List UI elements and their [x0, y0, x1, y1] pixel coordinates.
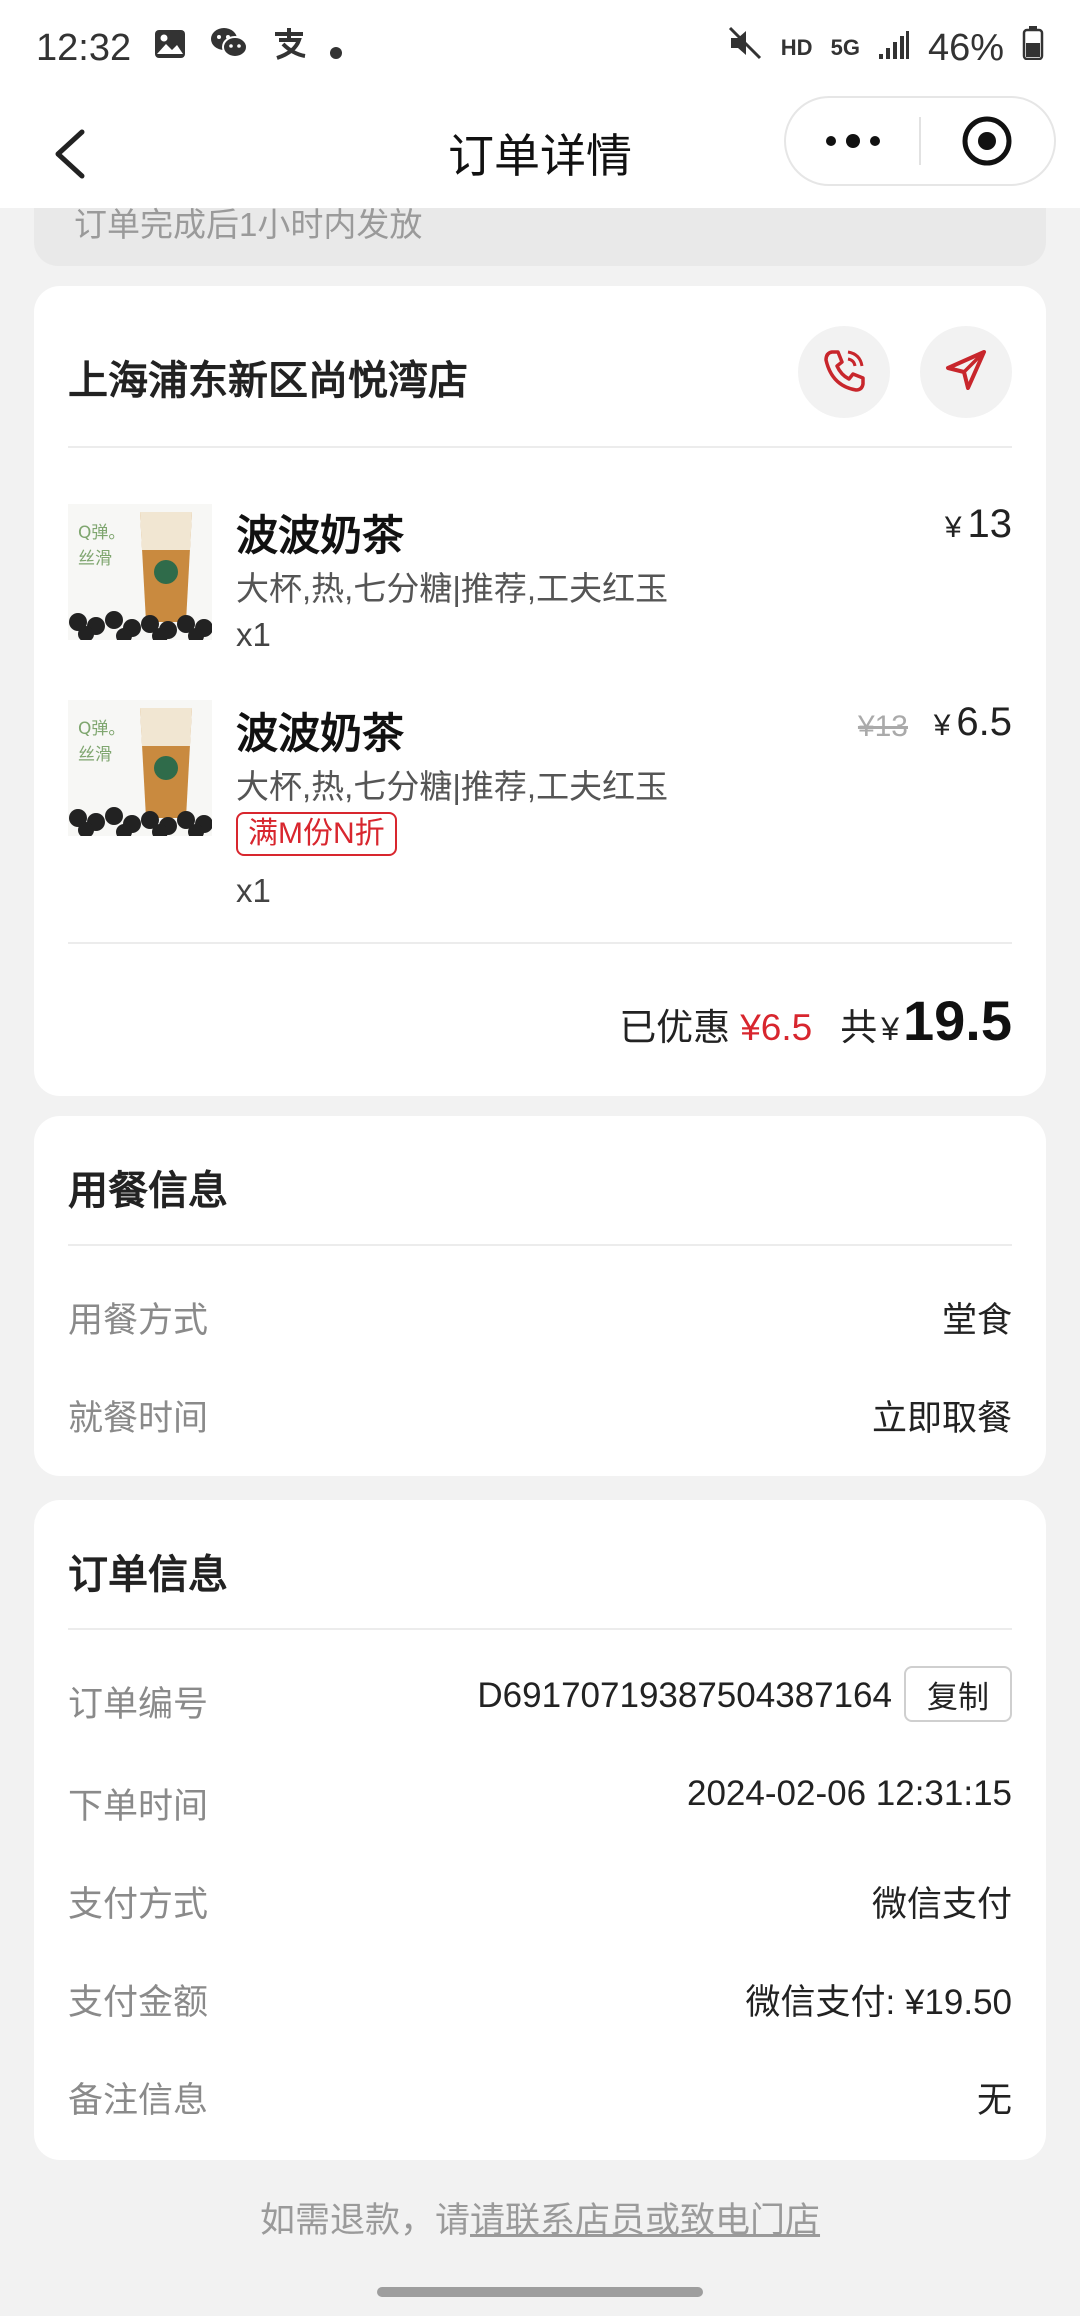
currency-symbol: ¥ [933, 709, 951, 742]
contact-store-link[interactable]: 请联系店员或致电门店 [470, 2201, 820, 2240]
signal-icon [878, 27, 910, 70]
divider [68, 1628, 1012, 1630]
dot-icon [329, 27, 343, 70]
total-currency: ¥ [881, 1011, 899, 1047]
phone-icon [818, 344, 870, 401]
copy-button-label: 复制 [927, 1679, 989, 1715]
price-value: 6.5 [956, 700, 1012, 744]
nav-bar: 订单详情 [0, 96, 1080, 208]
svg-text:丝滑: 丝滑 [78, 549, 112, 569]
dining-time-label: 就餐时间 [68, 1399, 209, 1438]
hd-label: HD [780, 35, 813, 60]
refund-note-prefix: 如需退款，请 [259, 2201, 470, 2240]
product-image: Q弹。 丝滑 [68, 700, 213, 840]
order-summary: 已优惠 ¥6.5 共 ¥ 19.5 [619, 988, 1012, 1053]
payment-method-value: 微信支付 [871, 1885, 1012, 1924]
section-title: 用餐信息 [68, 1169, 228, 1213]
price-value: 13 [967, 502, 1013, 546]
alipay-icon [271, 26, 307, 70]
wechat-icon [209, 26, 249, 70]
order-time-value: 2024-02-06 12:31:15 [687, 1774, 1012, 1813]
home-indicator[interactable] [377, 2287, 703, 2297]
remark-value: 无 [976, 2081, 1012, 2120]
order-items-card: 上海浦东新区尚悦湾店 Q弹。 丝滑 波波奶茶 大杯,热,七分糖|推荐,工夫红玉 … [34, 286, 1046, 1096]
refund-note: 如需退款，请请联系店员或致电门店 [0, 2192, 1080, 2243]
payment-amount-label: 支付金额 [68, 1983, 209, 2022]
gallery-icon [153, 27, 187, 70]
promo-tag: 满M份N折 [236, 812, 397, 856]
battery-icon [1022, 26, 1044, 70]
status-bar: 12:32 HD 5G 46% [0, 0, 1080, 96]
item-options: 大杯,热,七分糖|推荐,工夫红玉 [236, 768, 669, 805]
order-time-label: 下单时间 [68, 1787, 209, 1826]
original-price: ¥13 [857, 710, 908, 743]
currency-symbol: ¥ [944, 511, 962, 544]
call-store-button[interactable] [798, 326, 890, 418]
remark-label: 备注信息 [68, 2081, 209, 2120]
total-value: 19.5 [903, 989, 1012, 1052]
item-name: 波波奶茶 [236, 710, 405, 757]
back-arrow-icon[interactable] [44, 116, 104, 188]
status-time: 12:32 [36, 26, 132, 69]
item-options: 大杯,热,七分糖|推荐,工夫红玉 [236, 570, 669, 607]
order-number-label: 订单编号 [68, 1685, 209, 1724]
item-name: 波波奶茶 [236, 512, 405, 559]
item-quantity: x1 [236, 872, 271, 909]
payment-method-label: 支付方式 [68, 1885, 209, 1924]
svg-text:Q弹。: Q弹。 [78, 523, 125, 543]
product-image: Q弹。 丝滑 [68, 504, 213, 644]
item-price: ¥13 [945, 502, 1012, 547]
copy-button[interactable]: 复制 [904, 1666, 1012, 1722]
item-price: ¥6.5 [934, 700, 1012, 745]
more-dots-icon[interactable] [786, 98, 919, 184]
notice-banner: 订单完成后1小时内发放 [34, 208, 1046, 266]
total-label: 共 [840, 1007, 878, 1048]
section-title: 订单信息 [68, 1553, 228, 1597]
store-name: 上海浦东新区尚悦湾店 [68, 359, 468, 403]
close-target-icon[interactable] [921, 98, 1054, 184]
discount-label: 已优惠 [619, 1007, 731, 1048]
item-quantity: x1 [236, 616, 271, 653]
dining-info-card: 用餐信息 用餐方式 堂食 就餐时间 立即取餐 [34, 1116, 1046, 1476]
dining-mode-value: 堂食 [941, 1301, 1012, 1340]
mini-program-capsule [784, 96, 1056, 186]
svg-text:Q弹。: Q弹。 [78, 719, 125, 739]
divider [68, 1244, 1012, 1246]
network-label: 5G [830, 35, 860, 60]
divider [68, 942, 1012, 944]
order-info-card: 订单信息 订单编号 D69170719387504387164 复制 下单时间 … [34, 1500, 1046, 2160]
mute-icon [727, 25, 763, 71]
svg-text:丝滑: 丝滑 [78, 745, 112, 765]
battery-percent: 46% [927, 26, 1004, 69]
discount-value: ¥6.5 [740, 1007, 813, 1048]
order-number-value: D69170719387504387164 [477, 1676, 892, 1715]
divider [68, 446, 1012, 448]
notice-text: 订单完成后1小时内发放 [74, 206, 423, 243]
navigation-icon [942, 346, 990, 399]
payment-amount-value: 微信支付: ¥19.50 [745, 1983, 1013, 2022]
dining-time-value: 立即取餐 [871, 1399, 1012, 1438]
dining-mode-label: 用餐方式 [68, 1301, 209, 1340]
navigate-store-button[interactable] [920, 326, 1012, 418]
